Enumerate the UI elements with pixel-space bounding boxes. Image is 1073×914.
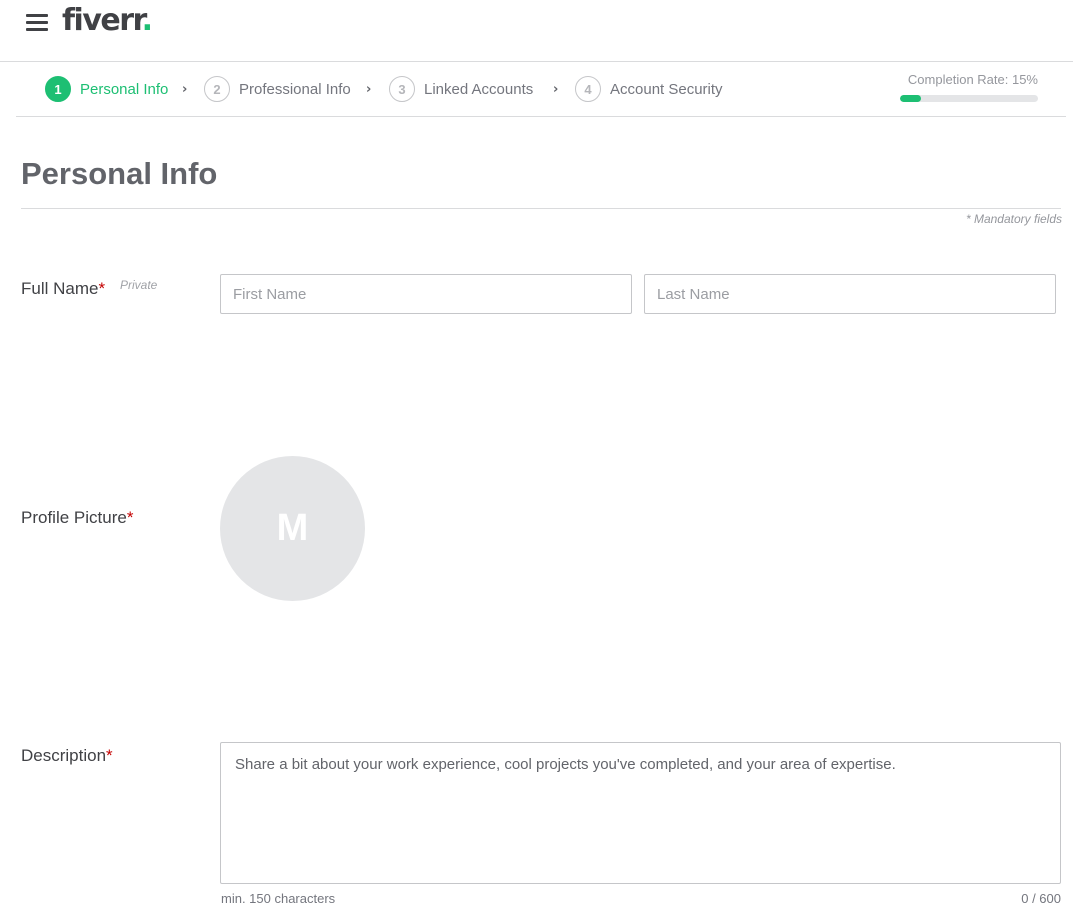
step-linked-accounts[interactable]: 3 Linked Accounts: [389, 75, 533, 103]
description-textarea[interactable]: [220, 742, 1061, 884]
step-number: 3: [389, 76, 415, 102]
step-label: Account Security: [610, 80, 723, 98]
step-label: Linked Accounts: [424, 80, 534, 98]
full-name-label: Full Name*: [21, 279, 105, 299]
hamburger-menu-icon[interactable]: [26, 12, 50, 34]
private-tag: Private: [120, 278, 158, 292]
step-professional-info[interactable]: 2 Professional Info: [204, 75, 351, 103]
profile-picture-avatar[interactable]: M: [220, 456, 365, 601]
onboarding-steps: 1 Personal Info › 2 Professional Info › …: [16, 62, 1066, 117]
completion-progress-fill: [900, 95, 921, 102]
step-account-security[interactable]: 4 Account Security: [575, 75, 723, 103]
profile-picture-label: Profile Picture*: [21, 508, 133, 528]
page-title: Personal Info: [21, 156, 218, 191]
required-mark: *: [126, 508, 134, 527]
completion-rate-label: Completion Rate: 15%: [907, 72, 1038, 87]
description-label-text: Description: [21, 746, 107, 765]
title-divider: [21, 208, 1061, 209]
required-mark: *: [106, 746, 113, 765]
min-characters-hint: min. 150 characters: [221, 891, 336, 906]
completion-rate: Completion Rate: 15%: [900, 72, 1038, 102]
fiverr-logo[interactable]: fiverr.: [62, 2, 153, 40]
last-name-input[interactable]: [644, 274, 1056, 314]
logo-dot: .: [141, 3, 153, 38]
completion-progress-bar: [900, 95, 1038, 102]
step-label: Professional Info: [239, 80, 351, 98]
step-number: 4: [575, 76, 601, 102]
logo-text: fiverr: [62, 3, 143, 38]
first-name-input[interactable]: [220, 274, 632, 314]
character-counter: 0 / 600: [1021, 891, 1061, 906]
step-label: Personal Info: [80, 80, 169, 98]
profile-picture-label-text: Profile Picture: [21, 508, 127, 527]
description-label: Description*: [21, 746, 113, 766]
step-personal-info[interactable]: 1 Personal Info: [45, 75, 168, 103]
full-name-label-text: Full Name: [21, 279, 99, 298]
step-number: 2: [204, 76, 230, 102]
required-mark: *: [98, 279, 106, 298]
step-number: 1: [45, 76, 71, 102]
mandatory-fields-note: * Mandatory fields: [965, 212, 1062, 226]
top-navigation-bar: fiverr.: [0, 0, 1073, 62]
chevron-right-icon: ›: [553, 82, 559, 97]
chevron-right-icon: ›: [182, 82, 188, 97]
chevron-right-icon: ›: [366, 82, 372, 97]
